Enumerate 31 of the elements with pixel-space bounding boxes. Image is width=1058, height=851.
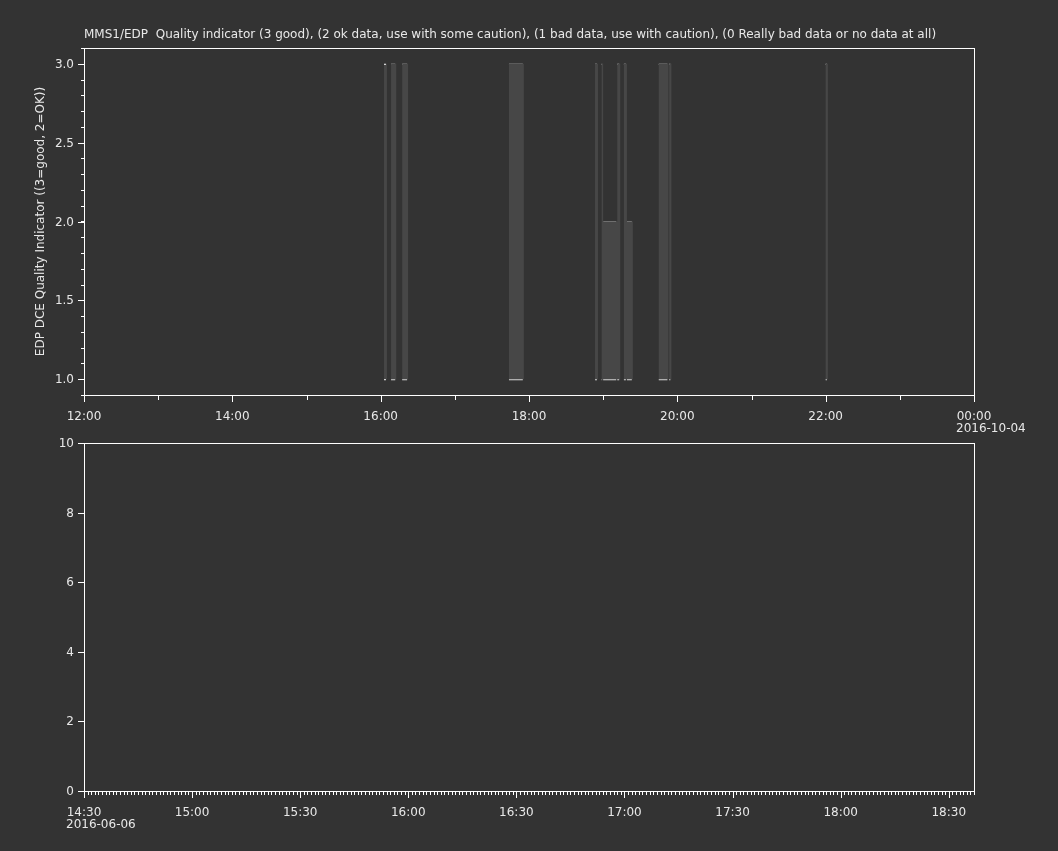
- tick-label: 3.0: [54, 56, 74, 71]
- tick-label: 8: [66, 505, 74, 520]
- tick-label: 4: [66, 644, 74, 659]
- tick-label: 10: [58, 436, 74, 450]
- tick-label: 16:30: [499, 805, 534, 819]
- date-label: 2016-10-04: [956, 421, 1026, 435]
- tick-label: 2.0: [54, 214, 74, 229]
- tick-label: 12:00: [66, 409, 102, 423]
- tick-label: 0: [66, 784, 74, 798]
- y-axis-title: EDP DCE Quality Indicator ((3=good, 2=OK)): [33, 86, 47, 357]
- tick-label: 1.5: [54, 293, 74, 308]
- tick-label: 18:00: [823, 805, 858, 819]
- tick-label: 6: [66, 575, 74, 590]
- tick-label: 17:30: [715, 805, 750, 819]
- tick-label: 15:30: [282, 805, 318, 819]
- tick-label: 22:00: [808, 409, 843, 423]
- chart-title: MMS1/EDP Quality indicator (3 good), (2 ok data, use with some caution), (1 bad data, use with caution), (0 Really bad data or no data at all): [84, 27, 937, 41]
- tick-label: 20:00: [660, 409, 695, 423]
- date-label: 2016-06-06: [66, 817, 136, 831]
- tick-label: 1.0: [54, 372, 74, 387]
- tick-label: 18:30: [931, 805, 967, 819]
- tick-label: 2: [66, 714, 74, 729]
- tick-label: 18:00: [511, 409, 547, 423]
- tick-label: 16:00: [391, 805, 426, 819]
- tick-label: 17:00: [607, 805, 642, 819]
- tick-label: 2.5: [54, 135, 74, 150]
- tick-label: 00:00: [956, 409, 992, 423]
- tick-label: 16:00: [363, 409, 398, 423]
- tick-label: 15:00: [174, 805, 210, 819]
- tick-label: 14:00: [215, 409, 250, 423]
- tick-label: 14:30: [66, 805, 102, 819]
